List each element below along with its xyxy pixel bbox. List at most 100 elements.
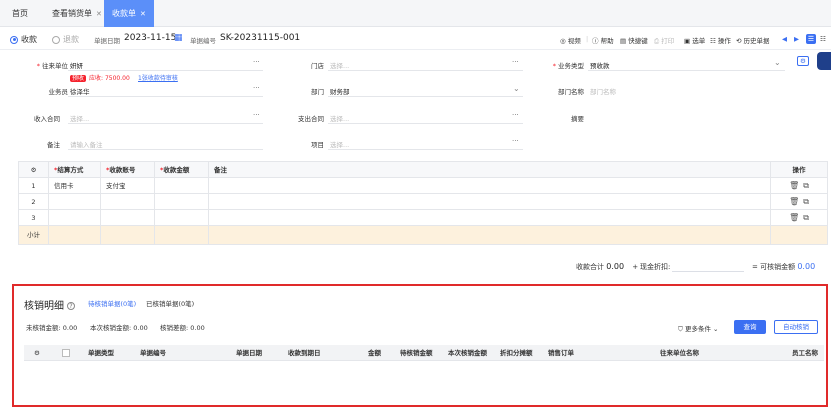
delete-icon: 🗑 xyxy=(789,213,804,222)
operate-button[interactable]: ☷ 操作 xyxy=(710,35,731,45)
chevron-down-icon: ⌄ xyxy=(713,325,719,333)
cell-settle[interactable] xyxy=(49,194,101,209)
cell-account[interactable]: 支付宝 xyxy=(101,178,155,193)
row-actions[interactable]: 🗑⧉ xyxy=(789,213,813,223)
gear-icon[interactable]: ⚙ xyxy=(19,162,49,177)
help-button[interactable]: ⓘ 帮助 xyxy=(592,35,614,45)
writeoff-detail-panel: 核销明细? 待核销单据(0笔) 已核销单据(0笔) 未核销金额: 0.00 本次… xyxy=(12,284,828,407)
close-icon[interactable]: ✕ xyxy=(96,10,102,18)
cell-remark[interactable] xyxy=(209,178,771,193)
discount-label: 现金折扣: xyxy=(640,263,671,271)
summary-label: 摘要 xyxy=(571,115,584,123)
tab-pending[interactable]: 待核销单据(0笔) xyxy=(88,298,136,308)
partner-more-icon[interactable]: ··· xyxy=(253,58,260,66)
next-icon[interactable]: ▶ xyxy=(794,35,799,43)
print-button[interactable]: ⎙ 打印 xyxy=(654,35,674,46)
cell-remark[interactable] xyxy=(209,210,771,225)
current-amount: 本次核销金额: 0.00 xyxy=(90,324,148,332)
col-amount: *收款金额 xyxy=(155,162,209,177)
income-contract-more-icon[interactable]: ··· xyxy=(253,111,260,119)
discount-input[interactable] xyxy=(672,258,744,272)
cell-remark[interactable] xyxy=(209,194,771,209)
shortcut-button[interactable]: ▤ 快捷键 xyxy=(620,35,648,45)
tab-receipt[interactable]: 收款单 ✕ xyxy=(104,0,154,27)
prev-icon[interactable]: ◀ xyxy=(782,35,787,43)
radio-refund[interactable]: 退款 xyxy=(52,34,79,45)
deptname-label: 部门名称 xyxy=(558,88,584,96)
deptname-input[interactable]: 部门名称 xyxy=(590,86,616,96)
calendar-icon[interactable]: ▦ xyxy=(174,33,183,43)
gear-icon[interactable]: ⚙ xyxy=(34,345,40,361)
video-button[interactable]: ◎ 视频 xyxy=(560,35,581,45)
expense-contract-input[interactable]: 选择... xyxy=(330,113,349,123)
cell-settle[interactable]: 信用卡 xyxy=(49,178,101,193)
cell-settle[interactable] xyxy=(49,210,101,225)
row-actions[interactable]: 🗑⧉ xyxy=(789,181,813,191)
remark-underline xyxy=(68,149,263,150)
select-doc-button[interactable]: ▣ 选单 xyxy=(684,35,705,45)
grid-icon[interactable]: ☷ xyxy=(820,35,826,43)
col-account: *收款账号 xyxy=(101,162,155,177)
col-ops: 操作 xyxy=(792,166,806,174)
query-button[interactable]: 查询 xyxy=(734,320,766,334)
radio-checked-icon xyxy=(10,35,18,44)
biztype-value[interactable]: 预收款 xyxy=(590,60,610,70)
salesman-value: 徐泽华 xyxy=(70,88,90,96)
more-filter-button[interactable]: ⛉ 更多条件 ⌄ xyxy=(678,323,718,334)
project-underline xyxy=(328,149,523,150)
project-input[interactable]: 选择... xyxy=(330,139,349,149)
cell-amount[interactable] xyxy=(155,194,209,209)
table-row: 3 🗑⧉ xyxy=(19,210,827,226)
date-value[interactable]: 2023-11-15 xyxy=(124,33,176,43)
help-icon[interactable]: ? xyxy=(67,302,75,310)
doc-no-value: SK-20231115-001 xyxy=(220,33,301,43)
divider: | xyxy=(586,35,589,43)
select-all-checkbox[interactable] xyxy=(62,349,70,357)
sum-total: 收款合计 0.00 + xyxy=(576,262,639,271)
row-actions[interactable]: 🗑⧉ xyxy=(789,197,813,207)
store-more-icon[interactable]: ··· xyxy=(512,58,519,66)
table-row: 1 信用卡 支付宝 🗑⧉ xyxy=(19,178,827,194)
dept-value[interactable]: 财务部 xyxy=(330,86,350,96)
biztype-label: * 业务类型 xyxy=(552,62,584,70)
dept-label: 部门 xyxy=(311,88,324,96)
cell-account[interactable] xyxy=(101,210,155,225)
salesman-underline xyxy=(68,96,263,97)
income-contract-input[interactable]: 选择... xyxy=(70,113,89,123)
project-label: 项目 xyxy=(311,141,324,149)
remark-label: 备注 xyxy=(47,141,60,149)
radio-receive[interactable]: 收款 xyxy=(10,34,37,45)
diff-amount: 核销差额: 0.00 xyxy=(160,324,205,332)
store-input[interactable]: 选择... xyxy=(330,60,349,70)
salesman-label: 业务员 xyxy=(48,88,69,96)
history-button[interactable]: ⟲ 历史单据 xyxy=(736,35,770,45)
filter-icon: ⛉ xyxy=(678,325,683,333)
date-label: 单据日期 xyxy=(94,37,120,45)
detail-title: 核销明细? xyxy=(24,297,75,312)
tab-home[interactable]: 首页 xyxy=(12,0,28,27)
project-more-icon[interactable]: ··· xyxy=(512,137,519,145)
chevron-down-icon[interactable]: ⌄ xyxy=(513,84,520,93)
biztype-underline xyxy=(588,70,785,71)
salesman-more-icon[interactable]: ··· xyxy=(253,84,260,92)
cell-account[interactable] xyxy=(101,194,155,209)
tab-view-sales[interactable]: 查看销货单 ✕ xyxy=(52,0,102,27)
remark-input[interactable]: 请输入备注 xyxy=(70,139,103,149)
cell-amount[interactable] xyxy=(155,178,209,193)
expense-contract-more-icon[interactable]: ··· xyxy=(512,111,519,119)
writeoff-total: = 可核销金额 0.00 xyxy=(752,262,816,271)
col-remark: 备注 xyxy=(209,162,771,177)
credit-info: 预收 应收: 7500.00 xyxy=(70,75,130,82)
list-icon[interactable]: ☰ xyxy=(806,34,816,44)
auto-writeoff-button[interactable]: 自动核销 xyxy=(774,320,818,334)
income-contract-label: 收入合同 xyxy=(34,115,60,123)
chevron-down-icon[interactable]: ⌄ xyxy=(774,58,781,67)
tab-done[interactable]: 已核销单据(0笔) xyxy=(146,298,194,308)
settings-icon[interactable]: ⚙ xyxy=(797,56,809,66)
cell-amount[interactable] xyxy=(155,210,209,225)
side-widget[interactable] xyxy=(817,52,831,70)
delete-icon: 🗑 xyxy=(789,181,804,190)
pending-link[interactable]: 1张收款待审核 xyxy=(138,73,178,82)
delete-icon: 🗑 xyxy=(789,197,804,206)
close-icon[interactable]: ✕ xyxy=(140,10,146,18)
